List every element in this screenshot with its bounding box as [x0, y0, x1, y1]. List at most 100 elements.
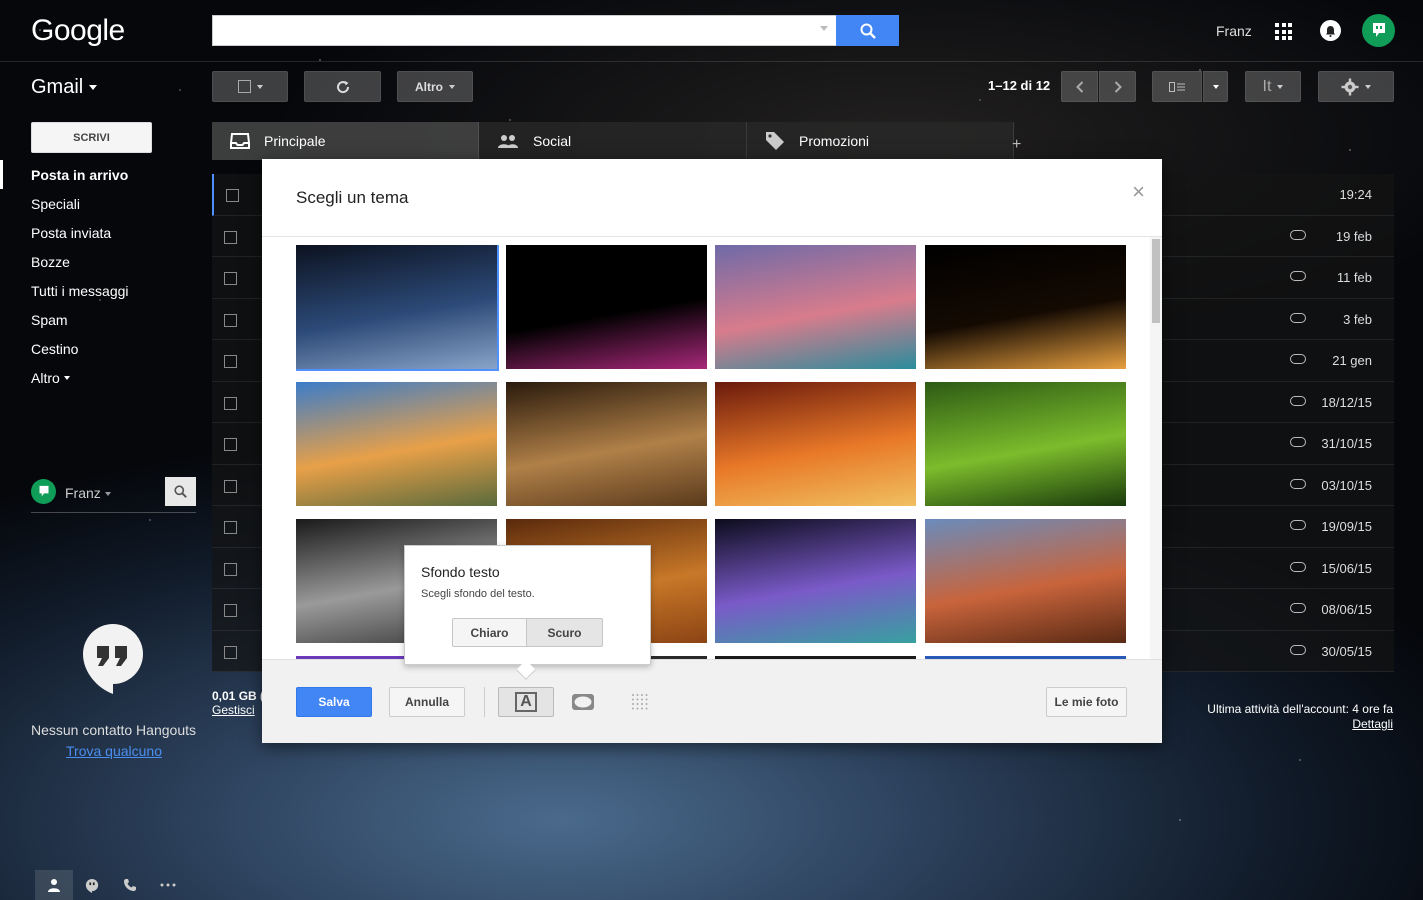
- newer-button[interactable]: [1061, 71, 1098, 102]
- theme-thumbnail-caterpillar[interactable]: [924, 382, 1126, 506]
- account-avatar[interactable]: [1362, 14, 1395, 47]
- paging-info: 1–12 di 12: [988, 78, 1051, 93]
- storage-used: 0,01 GB (: [212, 689, 265, 703]
- theme-thumbnail-colour-explosion[interactable]: [505, 245, 707, 369]
- hangouts-chat-icon[interactable]: [73, 870, 111, 900]
- sidebar-item-spam[interactable]: Spam: [0, 305, 200, 334]
- chevron-down-icon: [89, 85, 98, 91]
- chevron-down-icon: [256, 84, 263, 89]
- row-checkbox[interactable]: [224, 313, 237, 327]
- notifications-bell-icon[interactable]: [1320, 20, 1341, 41]
- theme-thumbnail-earth-from-space[interactable]: [296, 245, 499, 371]
- popup-description: Scegli sfondo del testo.: [421, 588, 535, 600]
- row-checkbox[interactable]: [224, 645, 237, 659]
- sidebar-item-more[interactable]: Altro: [0, 363, 200, 392]
- input-tools-button[interactable]: It: [1245, 71, 1301, 102]
- google-logo[interactable]: Google: [31, 14, 125, 48]
- attachment-icon: [1290, 229, 1306, 240]
- blur-button[interactable]: [622, 687, 658, 717]
- row-checkbox[interactable]: [226, 189, 239, 202]
- sidebar-nav: Posta in arrivo Speciali Posta inviata B…: [0, 160, 200, 392]
- tab-promotions[interactable]: Promozioni: [747, 122, 1014, 160]
- save-button[interactable]: Salva: [296, 687, 372, 717]
- dialog-scrollbar[interactable]: [1150, 237, 1162, 659]
- tab-primary-label: Principale: [264, 133, 326, 149]
- theme-thumbnail-bokeh-lights[interactable]: [715, 519, 916, 643]
- sidebar-item-inbox[interactable]: Posta in arrivo: [0, 160, 200, 189]
- dark-text-background-button[interactable]: Scuro: [526, 618, 603, 647]
- hangouts-user[interactable]: Franz: [65, 485, 111, 501]
- theme-thumbnail-canyon-waves[interactable]: [715, 382, 916, 506]
- row-checkbox[interactable]: [224, 604, 237, 617]
- gmail-menu[interactable]: Gmail: [31, 76, 98, 99]
- hangouts-search-button[interactable]: [165, 477, 196, 506]
- manage-storage-link[interactable]: Gestisci: [212, 703, 264, 717]
- compose-button[interactable]: SCRIVI: [31, 122, 152, 153]
- theme-thumbnail-chess-pieces[interactable]: [505, 382, 707, 506]
- scrollbar-thumb[interactable]: [1152, 239, 1160, 323]
- tag-icon: [766, 132, 784, 150]
- search-button[interactable]: [836, 15, 899, 46]
- attachment-icon: [1290, 520, 1306, 530]
- find-someone-link[interactable]: Trova qualcuno: [66, 743, 162, 759]
- row-checkbox[interactable]: [224, 562, 237, 576]
- theme-thumbnail-city-illustration[interactable]: [715, 245, 916, 369]
- row-checkbox[interactable]: [224, 230, 237, 244]
- select-checkbox-button[interactable]: [212, 71, 288, 102]
- details-link[interactable]: Dettagli: [1352, 717, 1393, 731]
- contacts-person-icon[interactable]: [35, 870, 73, 900]
- sidebar-item-all-mail[interactable]: Tutti i messaggi: [0, 276, 200, 305]
- split-pane-dropdown[interactable]: [1203, 71, 1228, 102]
- people-icon: [498, 135, 518, 148]
- chevron-down-icon: [1277, 84, 1284, 89]
- hangouts-bottom-tabs: [35, 870, 187, 900]
- hangouts-avatar[interactable]: [31, 479, 56, 504]
- search-options-caret-icon[interactable]: [820, 26, 828, 31]
- more-dots-icon[interactable]: [149, 870, 187, 900]
- sidebar-item-sent[interactable]: Posta inviata: [0, 218, 200, 247]
- hangouts-header: Franz: [31, 477, 196, 513]
- theme-thumbnail-horseshoe-bend[interactable]: [924, 519, 1126, 643]
- attachment-icon: [1290, 437, 1306, 447]
- light-text-background-button[interactable]: Chiaro: [452, 618, 527, 647]
- tab-primary[interactable]: Principale: [212, 122, 479, 160]
- sidebar-item-starred[interactable]: Speciali: [0, 189, 200, 218]
- phone-icon[interactable]: [111, 870, 149, 900]
- blur-icon: [632, 694, 648, 710]
- chevron-left-icon: [1075, 80, 1083, 93]
- attachment-icon: [1290, 561, 1306, 572]
- row-checkbox[interactable]: [224, 396, 237, 410]
- cancel-button[interactable]: Annulla: [389, 687, 465, 717]
- hangouts-quote-icon: [83, 624, 143, 694]
- split-pane-button[interactable]: [1152, 71, 1202, 102]
- settings-button[interactable]: [1318, 71, 1394, 102]
- refresh-button[interactable]: [304, 71, 381, 102]
- text-background-button[interactable]: A: [498, 687, 554, 717]
- storage-info: 0,01 GB ( Gestisci: [212, 689, 264, 717]
- chevron-down-icon: [63, 375, 70, 380]
- row-checkbox[interactable]: [224, 355, 237, 368]
- tab-social[interactable]: Social: [479, 122, 747, 160]
- more-actions-button[interactable]: Altro: [397, 71, 473, 102]
- add-tab-icon[interactable]: +: [1012, 136, 1021, 154]
- my-photos-button[interactable]: Le mie foto: [1046, 687, 1127, 717]
- theme-thumbnail-golden-gate[interactable]: [296, 382, 497, 506]
- sidebar-item-drafts[interactable]: Bozze: [0, 247, 200, 276]
- row-checkbox[interactable]: [224, 438, 237, 451]
- user-name[interactable]: Franz: [1216, 23, 1252, 39]
- row-date: 18/12/15: [1321, 394, 1372, 410]
- row-checkbox[interactable]: [224, 272, 237, 285]
- search-input[interactable]: [212, 15, 837, 46]
- sidebar-item-more-label: Altro: [31, 369, 60, 386]
- row-checkbox[interactable]: [224, 521, 237, 534]
- theme-thumbnail-jack-o-lantern[interactable]: [924, 245, 1126, 369]
- apps-grid-icon[interactable]: [1275, 23, 1292, 40]
- attachment-icon: [1290, 603, 1306, 613]
- row-date: 08/06/15: [1321, 602, 1372, 617]
- checkbox-icon: [237, 80, 251, 93]
- older-button[interactable]: [1099, 71, 1136, 102]
- close-icon[interactable]: ×: [1132, 179, 1145, 205]
- sidebar-item-trash[interactable]: Cestino: [0, 334, 200, 363]
- row-checkbox[interactable]: [224, 479, 237, 493]
- vignette-button[interactable]: [562, 687, 604, 717]
